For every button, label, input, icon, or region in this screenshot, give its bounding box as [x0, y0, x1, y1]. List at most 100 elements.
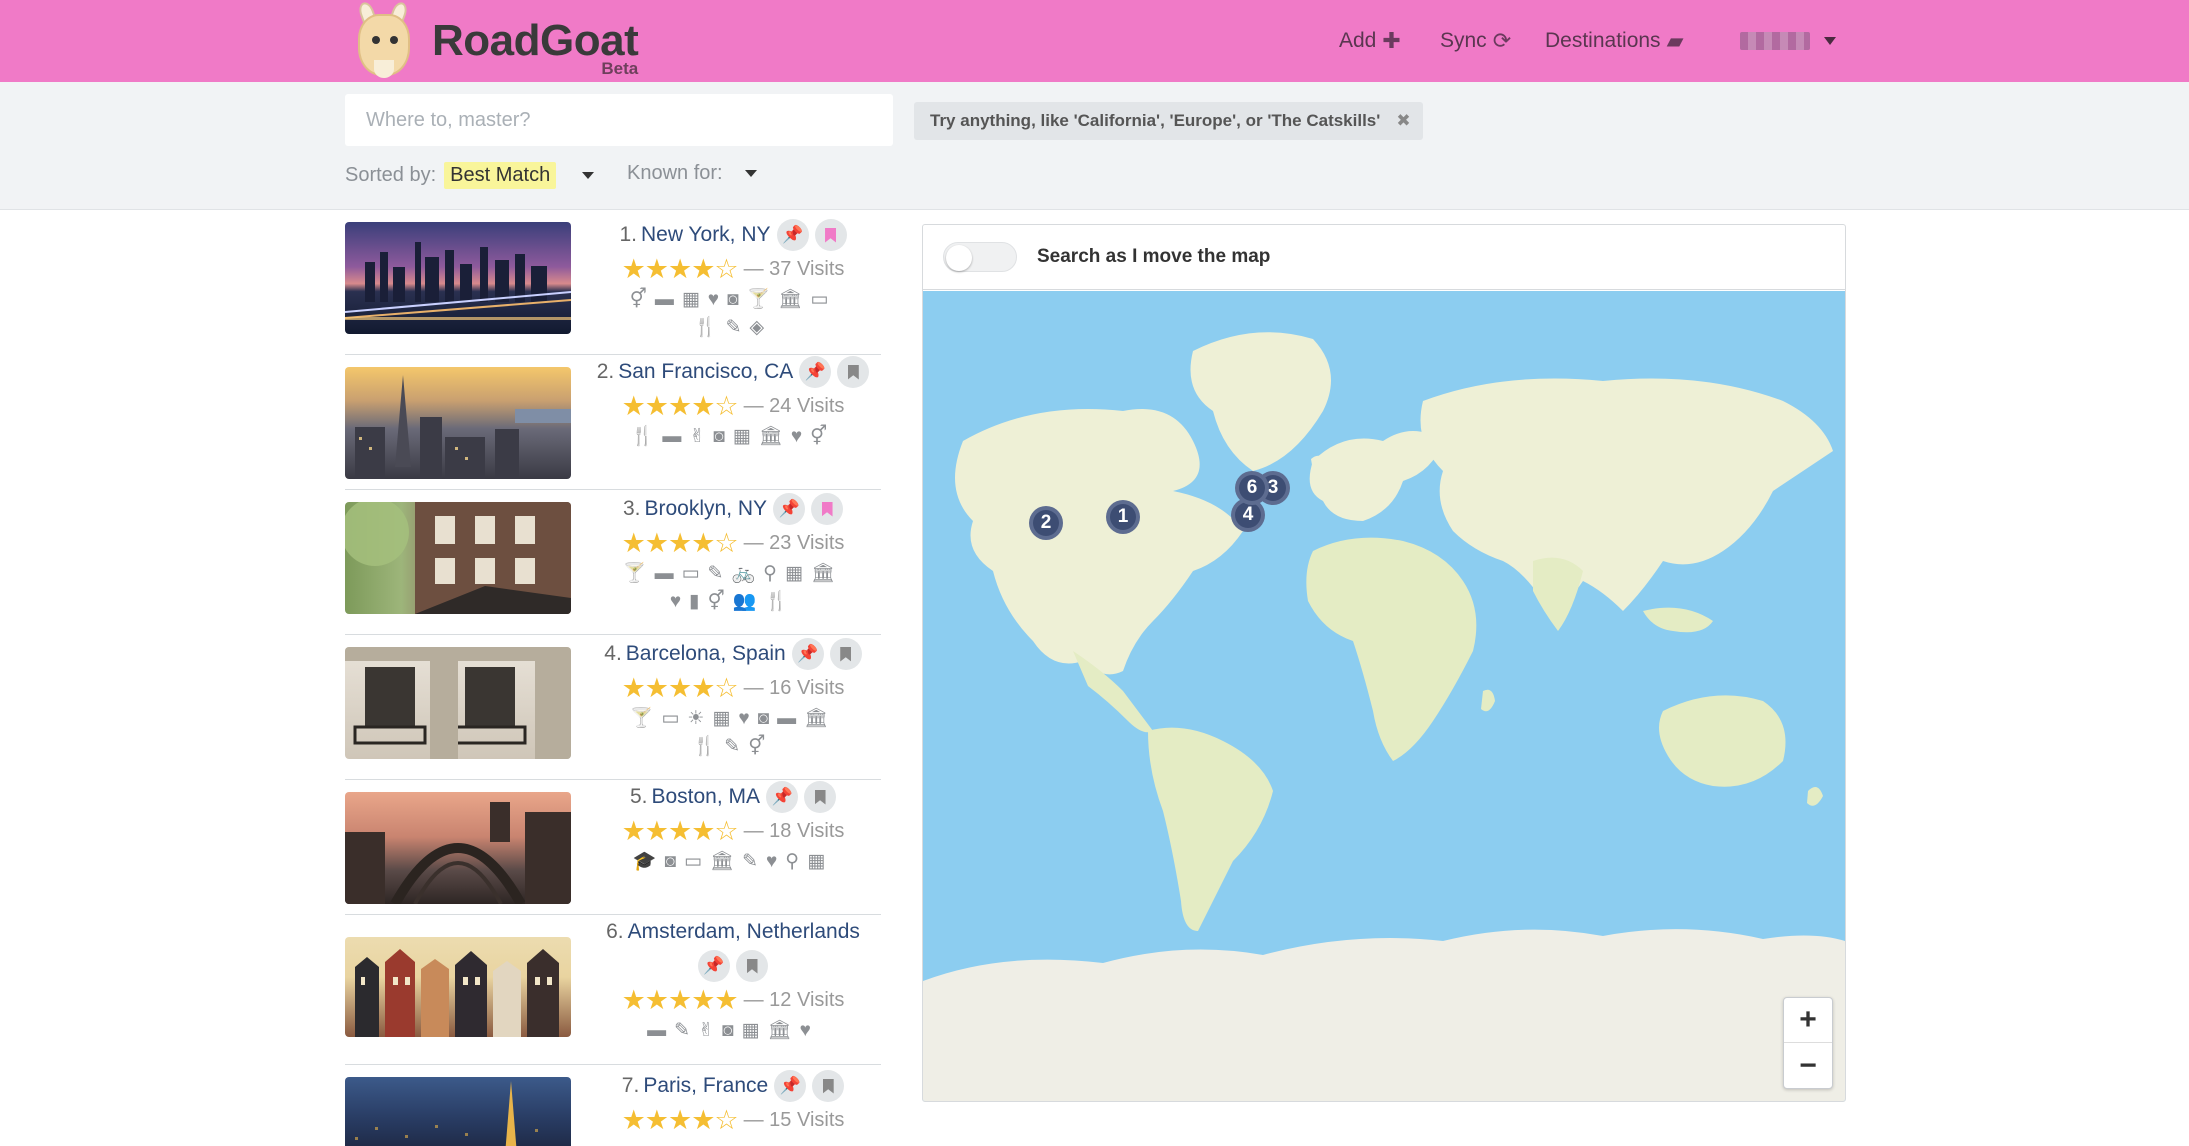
zoom-in-button[interactable]: + [1784, 998, 1832, 1043]
known-for-icons: 🍸▬▭✎🚲⚲▦🏛 ♥▮⚥👥🍴 [585, 560, 881, 616]
result-item[interactable]: 2. San Francisco, CA 📌 ★★★★☆ — 24 Visits… [345, 355, 881, 490]
known-for-icon: ▬ [662, 426, 690, 447]
search-input[interactable] [345, 94, 893, 146]
chevron-down-icon [1824, 37, 1836, 45]
known-for-icon: ▮ [689, 591, 708, 612]
bookmark-icon[interactable] [829, 638, 862, 670]
chevron-down-icon [744, 170, 757, 177]
visit-count: — 15 Visits [743, 1108, 845, 1131]
known-for-icon: ◙ [713, 426, 733, 447]
city-photo[interactable] [345, 222, 571, 334]
zoom-out-button[interactable]: − [1784, 1043, 1832, 1088]
known-for-icon: ✎ [742, 851, 766, 872]
pin-icon[interactable]: 📌 [774, 1070, 807, 1102]
result-info: 6. Amsterdam, Netherlands 📌 ★★★★★ — 12 V… [585, 915, 881, 1045]
map-toolbar: Search as I move the map [923, 225, 1845, 290]
bookmark-icon[interactable] [837, 356, 870, 388]
map-marker[interactable]: 6 [1235, 471, 1269, 505]
result-item[interactable]: 4. Barcelona, Spain 📌 ★★★★☆ — 16 Visits … [345, 635, 881, 780]
known-for-icon: ▦ [807, 851, 834, 872]
city-photo[interactable] [345, 1077, 571, 1146]
search-as-move-toggle[interactable] [943, 242, 1017, 272]
goat-logo-icon [342, 0, 424, 82]
visit-count: — 24 Visits [743, 394, 845, 417]
known-for-icon: ⚥ [748, 736, 774, 757]
result-info: 7. Paris, France 📌 ★★★★☆ — 15 Visits [585, 1069, 881, 1137]
known-for-icon: ⚲ [785, 851, 808, 872]
result-rank: 1. [619, 223, 637, 246]
brand-logo[interactable]: RoadGoat Beta [342, 0, 639, 82]
nav-destinations[interactable]: Destinations ▰ [1545, 0, 1683, 82]
nav-sync[interactable]: Sync ⟳ [1440, 0, 1511, 82]
known-for-icon: ⚥ [707, 591, 733, 612]
sort-dropdown[interactable]: Sorted by: Best Match [345, 162, 595, 189]
world-map[interactable]: 1 2 3 4 6 mapbox [923, 291, 1845, 1101]
map-marker[interactable]: 1 [1106, 500, 1140, 534]
result-rank: 5. [629, 785, 648, 808]
result-name[interactable]: New York, NY [641, 223, 771, 247]
known-for-icon: ▦ [732, 426, 759, 447]
result-name[interactable]: Paris, France [643, 1074, 768, 1098]
known-for-icon: ✌ [698, 1020, 722, 1041]
nav-add-label: Add [1339, 29, 1377, 52]
beta-badge: Beta [601, 59, 639, 78]
pin-icon[interactable]: 📌 [791, 638, 824, 670]
city-photo[interactable] [345, 502, 571, 614]
city-photo[interactable] [345, 367, 571, 479]
star-rating: ★★★★☆ [621, 390, 739, 421]
city-photo[interactable] [345, 647, 571, 759]
known-for-icon: ♥ [766, 851, 786, 872]
result-item[interactable]: 7. Paris, France 📌 ★★★★☆ — 15 Visits [345, 1065, 881, 1146]
close-icon[interactable]: ✖ [1396, 111, 1410, 131]
toggle-label: Search as I move the map [1037, 246, 1271, 267]
known-for-icon: 🎓 [632, 851, 665, 872]
map-marker[interactable]: 2 [1029, 506, 1063, 540]
known-for-label: Known for: [627, 162, 723, 184]
result-item[interactable]: 5. Boston, MA 📌 ★★★★☆ — 18 Visits 🎓◙▭🏛✎♥… [345, 780, 881, 915]
result-info: 4. Barcelona, Spain 📌 ★★★★☆ — 16 Visits … [585, 637, 881, 761]
pin-icon[interactable]: 📌 [773, 493, 806, 525]
refresh-icon: ⟳ [1492, 28, 1512, 53]
result-item[interactable]: 6. Amsterdam, Netherlands 📌 ★★★★★ — 12 V… [345, 915, 881, 1065]
known-for-icon: 🍴 [692, 736, 725, 757]
known-for-icon: ▭ [681, 563, 708, 584]
brand-text: RoadGoat Beta [432, 19, 639, 79]
search-bar-area: Try anything, like 'California', 'Europe… [0, 82, 2189, 210]
result-item[interactable]: 3. Brooklyn, NY 📌 ★★★★☆ — 23 Visits 🍸▬▭✎… [345, 490, 881, 635]
result-name[interactable]: Barcelona, Spain [626, 642, 786, 666]
result-name[interactable]: Brooklyn, NY [644, 497, 767, 521]
known-for-icons: 🍴▬✌◙▦🏛♥⚥ [585, 423, 881, 451]
pin-icon[interactable]: 📌 [776, 219, 809, 251]
bookmark-icon[interactable] [804, 781, 837, 813]
known-for-icon: 🚲 [731, 563, 764, 584]
user-menu[interactable] [1740, 0, 1836, 82]
map-landmasses [923, 332, 1845, 1101]
known-for-icon: 🍴 [764, 591, 797, 612]
result-name[interactable]: Boston, MA [651, 785, 760, 809]
search-hint: Try anything, like 'California', 'Europe… [914, 102, 1423, 140]
bookmark-icon[interactable] [736, 950, 768, 982]
known-for-icon: ◙ [757, 708, 778, 729]
star-rating: ★★★★☆ [621, 253, 739, 284]
result-name[interactable]: Amsterdam, Netherlands [628, 920, 860, 944]
pin-icon[interactable]: 📌 [799, 356, 832, 388]
result-name[interactable]: San Francisco, CA [618, 360, 793, 384]
city-photo[interactable] [345, 937, 571, 1037]
user-name-redacted [1740, 32, 1810, 50]
bookmark-icon[interactable] [811, 493, 844, 525]
pin-icon[interactable]: 📌 [766, 781, 799, 813]
pin-icon[interactable]: 📌 [698, 950, 730, 982]
known-for-icons: 🎓◙▭🏛✎♥⚲▦ [585, 848, 881, 876]
nav-add[interactable]: Add ✚ [1339, 0, 1401, 82]
result-rank: 2. [596, 360, 615, 383]
known-for-icon: 🍸 [629, 708, 662, 729]
known-for-icon: 🏛 [758, 426, 791, 447]
bookmark-icon[interactable] [814, 219, 847, 251]
known-for-icons: ▬✎✌◙▦🏛♥ [585, 1017, 881, 1045]
visit-count: — 23 Visits [743, 531, 845, 554]
result-item[interactable]: 1. New York, NY 📌 ★★★★☆ — 37 Visits ⚥▬▦♥… [345, 210, 881, 355]
city-photo[interactable] [345, 792, 571, 904]
bookmark-icon[interactable] [812, 1070, 845, 1102]
known-for-dropdown[interactable]: Known for: [627, 162, 757, 185]
result-rank: 6. [606, 920, 624, 943]
